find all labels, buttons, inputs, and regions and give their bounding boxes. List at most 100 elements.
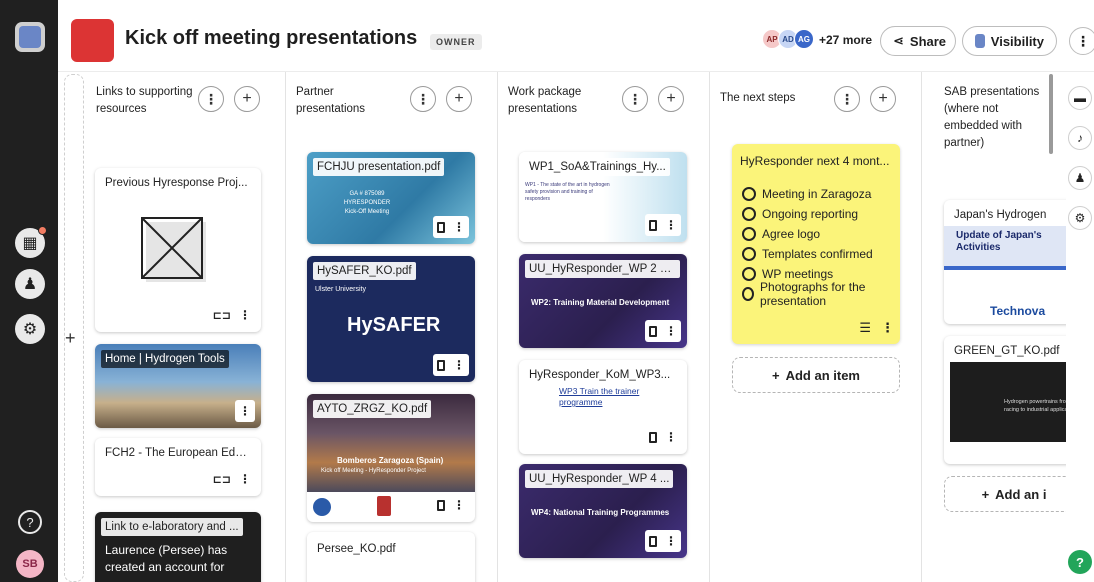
- board-scrollbar[interactable]: [1049, 74, 1053, 154]
- column-menu-button[interactable]: ⋮: [198, 86, 224, 112]
- card-menu-icon[interactable]: ⋮: [239, 472, 251, 486]
- card-menu-icon[interactable]: ⋮: [453, 220, 465, 234]
- settings-button[interactable]: ⚙: [15, 314, 45, 344]
- card-menu-icon[interactable]: ⋮: [665, 218, 677, 232]
- checklist-item[interactable]: Meeting in Zaragoza: [742, 184, 900, 204]
- document-icon[interactable]: [437, 221, 445, 233]
- column-title[interactable]: Work package presentations: [508, 84, 608, 118]
- file-card[interactable]: Persee_KO.pdf: [307, 532, 475, 582]
- user-avatar[interactable]: SB: [16, 550, 44, 578]
- file-card[interactable]: Japan's Hydrogen Update of Japan's Activ…: [944, 200, 1066, 324]
- thumb-title: HySAFER: [347, 314, 441, 336]
- checklist-item[interactable]: Ongoing reporting: [742, 204, 900, 224]
- card-menu-icon[interactable]: ⋮: [881, 320, 894, 336]
- notifications-button[interactable]: ♪: [1068, 126, 1092, 150]
- card-menu-icon[interactable]: ⋮: [453, 358, 465, 372]
- thumb-text: GA # 875089: [349, 191, 385, 197]
- add-card-button[interactable]: +: [446, 86, 472, 112]
- board-color-tile: [71, 19, 114, 62]
- checklist-item[interactable]: Agree logo: [742, 224, 900, 244]
- add-item-button[interactable]: + Add an item: [732, 357, 900, 393]
- board-title[interactable]: Kick off meeting presentations: [125, 27, 417, 50]
- file-card[interactable]: GREEN_GT_KO.pdf Hydrogen powertrains fro…: [944, 336, 1066, 464]
- column-title[interactable]: Partner presentations: [296, 84, 396, 118]
- card-menu-icon[interactable]: ⋮: [665, 430, 677, 444]
- plus-icon: +: [981, 486, 990, 502]
- column-menu-button[interactable]: ⋮: [410, 86, 436, 112]
- checklist-item[interactable]: Templates confirmed: [742, 244, 900, 264]
- collaborator-avatar[interactable]: AG: [794, 29, 814, 49]
- file-card[interactable]: GA # 875089 HYRESPONDER Kick-Off Meeting…: [307, 152, 475, 244]
- list-icon[interactable]: ☰: [859, 320, 871, 336]
- checkbox[interactable]: [742, 287, 755, 301]
- link-icon[interactable]: ⊏⊐: [213, 473, 231, 486]
- checklist-item[interactable]: Photographs for the presentation: [742, 280, 900, 308]
- document-icon[interactable]: [649, 535, 657, 547]
- column-menu-button[interactable]: ⋮: [834, 86, 860, 112]
- card-label: Home | Hydrogen Tools: [101, 350, 229, 368]
- add-card-button[interactable]: +: [870, 86, 896, 112]
- file-card[interactable]: HyResponder_KoM_WP3... WP3 Train the tra…: [519, 360, 687, 454]
- card-menu-icon[interactable]: ⋮: [239, 404, 251, 418]
- add-card-button[interactable]: +: [658, 86, 684, 112]
- column-title[interactable]: Links to supporting resources: [96, 84, 196, 118]
- templates-button[interactable]: ▦: [15, 226, 47, 258]
- card-menu-icon[interactable]: ⋮: [239, 308, 251, 322]
- more-collaborators[interactable]: +27 more: [819, 33, 872, 47]
- checklist-note[interactable]: HyResponder next 4 mont... Meeting in Za…: [732, 144, 900, 344]
- file-card[interactable]: UU_HyResponder_WP 2 2... WP2: Training M…: [519, 254, 687, 348]
- checkbox[interactable]: [742, 187, 756, 201]
- card-menu-icon[interactable]: ⋮: [665, 324, 677, 338]
- document-icon[interactable]: [437, 499, 445, 511]
- help-button[interactable]: ?: [18, 510, 42, 534]
- checklist-item-label: Ongoing reporting: [762, 207, 859, 221]
- document-icon[interactable]: [649, 325, 657, 337]
- add-card-button[interactable]: +: [234, 86, 260, 112]
- note-title: HyResponder next 4 mont...: [740, 154, 890, 168]
- crest-icon: [377, 496, 391, 516]
- file-card[interactable]: UU_HyResponder_WP 4 ... WP4: National Tr…: [519, 464, 687, 558]
- checkbox[interactable]: [742, 247, 756, 261]
- board-settings-button[interactable]: ⚙: [1068, 206, 1092, 230]
- share-button[interactable]: ⋖ Share: [880, 26, 956, 56]
- visibility-button[interactable]: Visibility: [962, 26, 1057, 56]
- card-menu-icon[interactable]: ⋮: [453, 498, 465, 512]
- card-label: HySAFER_KO.pdf: [313, 262, 416, 280]
- link-icon[interactable]: ⊏⊐: [213, 309, 231, 322]
- card-menu-icon[interactable]: ⋮: [665, 534, 677, 548]
- comments-button[interactable]: ▬: [1068, 86, 1092, 110]
- document-icon[interactable]: [649, 219, 657, 231]
- thumb-title: WP4: National Training Programmes: [531, 508, 670, 517]
- card-toolbar: ⋮: [433, 494, 469, 516]
- column-title[interactable]: The next steps: [720, 90, 820, 107]
- gear-icon: ⚙: [22, 321, 38, 338]
- checkbox[interactable]: [742, 267, 756, 281]
- share-icon: ⋖: [893, 33, 904, 48]
- thumb-title: Bomberos Zaragoza (Spain): [337, 456, 444, 465]
- add-item-button[interactable]: + Add an i: [944, 476, 1066, 512]
- link-card[interactable]: FCH2 - The European Edu... ⊏⊐ ⋮: [95, 438, 261, 496]
- support-chat-button[interactable]: ?: [1068, 550, 1092, 574]
- file-card[interactable]: AYTO_ZRGZ_KO.pdf Bomberos Zaragoza (Spai…: [307, 394, 475, 522]
- link-card[interactable]: Previous Hyresponse Proj... ⊏⊐ ⋮: [95, 168, 261, 332]
- board-menu-button[interactable]: ⋮: [1069, 27, 1094, 55]
- people-button[interactable]: ♟: [15, 269, 45, 299]
- checkbox[interactable]: [742, 207, 756, 221]
- board-home-button[interactable]: [15, 22, 45, 52]
- file-card[interactable]: HySAFER_KO.pdf Ulster University HySAFER…: [307, 256, 475, 382]
- text-card[interactable]: Link to e-laboratory and ... Laurence (P…: [95, 512, 261, 582]
- members-button[interactable]: ♟: [1068, 166, 1092, 190]
- note-toolbar: ☰ ⋮: [859, 318, 894, 338]
- document-icon[interactable]: [437, 359, 445, 371]
- card-toolbar: ⋮: [433, 354, 469, 376]
- card-label: UU_HyResponder_WP 4 ...: [525, 470, 674, 488]
- checkbox[interactable]: [742, 227, 756, 241]
- thumb-text: WP1 - The state of the art in hydrogen s…: [525, 182, 610, 202]
- card-label: AYTO_ZRGZ_KO.pdf: [313, 400, 432, 418]
- column-menu-button[interactable]: ⋮: [622, 86, 648, 112]
- link-card[interactable]: Home | Hydrogen Tools ⋮: [95, 344, 261, 428]
- add-column-plus-icon[interactable]: +: [65, 328, 76, 349]
- document-icon[interactable]: [649, 431, 657, 443]
- column-title[interactable]: SAB presentations (where not embedded wi…: [944, 84, 1044, 152]
- file-card[interactable]: WP1_SoA&Trainings_Hy... WP1 - The state …: [519, 152, 687, 242]
